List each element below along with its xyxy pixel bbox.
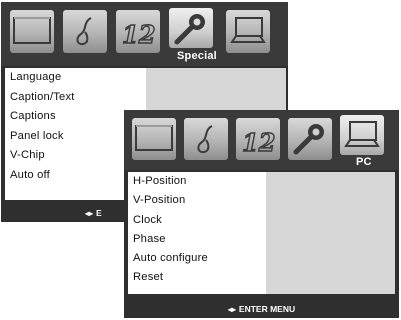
special-menu-footer-label: E bbox=[96, 208, 102, 218]
screen-icon bbox=[13, 17, 51, 44]
pc-menu-title: PC bbox=[356, 156, 372, 168]
tab-pc[interactable] bbox=[340, 115, 384, 155]
menu-item-phase[interactable]: Phase bbox=[128, 230, 208, 249]
laptop-icon bbox=[230, 17, 266, 43]
menu-item-v-chip[interactable]: V-Chip bbox=[5, 146, 75, 166]
tab-time[interactable]: 12 bbox=[236, 118, 280, 160]
music-note-icon bbox=[197, 125, 213, 154]
tab-picture[interactable] bbox=[10, 10, 54, 53]
tab-special[interactable] bbox=[169, 8, 213, 48]
menu-item-caption-text[interactable]: Caption/Text bbox=[5, 88, 75, 108]
pc-menu-tab-bar: 12 PC bbox=[124, 110, 399, 170]
pc-menu-item-list: H-Position V-Position Clock Phase Auto c… bbox=[128, 172, 208, 288]
menu-item-panel-lock[interactable]: Panel lock bbox=[5, 127, 75, 147]
menu-item-language[interactable]: Language bbox=[5, 68, 75, 88]
menu-item-reset[interactable]: Reset bbox=[128, 268, 208, 287]
wrench-icon bbox=[174, 14, 205, 45]
menu-item-h-position[interactable]: H-Position bbox=[128, 172, 208, 191]
screen-icon bbox=[135, 125, 173, 151]
wrench-icon bbox=[293, 124, 324, 155]
menu-item-clock[interactable]: Clock bbox=[128, 211, 208, 230]
pc-menu: 12 PC H-Position V-Position Clock Phase … bbox=[124, 110, 399, 318]
special-menu-item-list: Language Caption/Text Captions Panel loc… bbox=[5, 68, 75, 186]
svg-text:12: 12 bbox=[122, 20, 155, 49]
clock-number-icon: 12 bbox=[121, 19, 156, 49]
pc-menu-value-panel bbox=[266, 172, 395, 294]
special-menu-title: Special bbox=[177, 50, 217, 62]
svg-text:12: 12 bbox=[242, 128, 275, 157]
left-right-arrows-icon: ◂▸ bbox=[85, 209, 94, 218]
pc-menu-footer-label: ENTER MENU bbox=[238, 304, 296, 314]
pc-menu-footer: ◂▸ ENTER MENU bbox=[124, 300, 399, 318]
tab-sound[interactable] bbox=[63, 10, 107, 53]
pc-menu-item-panel: H-Position V-Position Clock Phase Auto c… bbox=[128, 172, 395, 294]
tab-pc[interactable] bbox=[226, 10, 270, 53]
left-right-arrows-icon: ◂▸ bbox=[227, 305, 236, 314]
menu-item-captions[interactable]: Captions bbox=[5, 107, 75, 127]
menu-item-auto-configure[interactable]: Auto configure bbox=[128, 249, 208, 268]
tab-time[interactable]: 12 bbox=[116, 10, 160, 53]
tab-sound[interactable] bbox=[184, 118, 228, 160]
special-menu-tab-bar: 12 Special bbox=[1, 2, 288, 66]
tab-special[interactable] bbox=[288, 118, 332, 160]
music-note-icon bbox=[76, 17, 92, 46]
laptop-icon bbox=[344, 121, 380, 147]
menu-item-auto-off[interactable]: Auto off bbox=[5, 166, 75, 186]
menu-item-v-position[interactable]: V-Position bbox=[128, 191, 208, 210]
clock-number-icon: 12 bbox=[241, 127, 276, 157]
tab-picture[interactable] bbox=[132, 118, 176, 160]
